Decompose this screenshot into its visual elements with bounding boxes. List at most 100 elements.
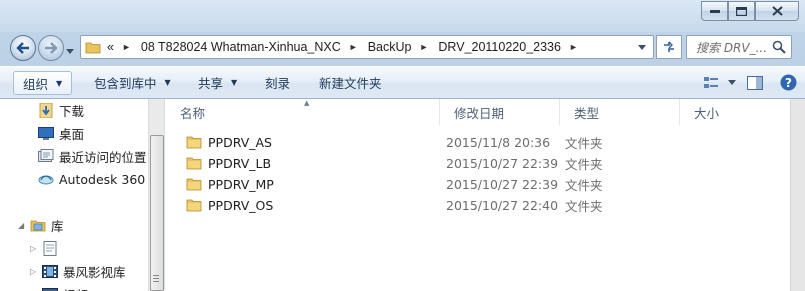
chevron-right-icon[interactable]: ► xyxy=(569,42,578,52)
file-date: 2015/10/27 22:40 xyxy=(446,197,559,213)
recent-pages-dropdown[interactable] xyxy=(66,43,74,57)
file-date: 2015/10/27 22:39 xyxy=(446,176,559,192)
downloads-icon xyxy=(38,102,54,118)
search-icon[interactable] xyxy=(772,40,786,54)
folder-icon xyxy=(186,157,202,170)
desktop-icon xyxy=(38,125,54,141)
refresh-icon xyxy=(664,41,674,52)
nav-item-library-document[interactable]: ▷ xyxy=(30,237,63,259)
burn-button[interactable]: 刻录 xyxy=(256,67,299,98)
file-name: PPDRV_AS xyxy=(208,134,272,150)
chevron-down-icon xyxy=(638,44,646,50)
folder-icon xyxy=(85,42,101,54)
close-icon xyxy=(771,6,783,16)
table-row[interactable]: PPDRV_MP 2015/10/27 22:39 文件夹 xyxy=(166,173,805,195)
explorer-window: « ► 08 T828024 Whatman-Xinhua_NXC ► BackUp… xyxy=(0,0,805,291)
preview-pane-button[interactable] xyxy=(739,71,771,95)
refresh-button[interactable] xyxy=(656,35,682,59)
file-date: 2015/10/27 22:39 xyxy=(446,155,559,171)
folder-icon xyxy=(186,199,202,212)
details-view-icon xyxy=(704,76,718,88)
column-header-type[interactable]: 类型 xyxy=(560,99,680,125)
file-list: 名称 ▲ 修改日期 类型 大小 PPDRV_AS 2015/11/8 20:36… xyxy=(166,99,805,291)
nav-item-desktop[interactable]: 桌面 xyxy=(38,122,84,144)
column-header-date[interactable]: 修改日期 xyxy=(440,99,560,125)
new-folder-button[interactable]: 新建文件夹 xyxy=(310,67,391,98)
help-button[interactable]: ? xyxy=(771,71,805,95)
view-controls: ? xyxy=(697,67,805,98)
nav-pane-scrollbar[interactable] xyxy=(148,99,164,291)
minimize-button[interactable] xyxy=(701,1,728,21)
nav-item-autodesk-360[interactable]: Autodesk 360 xyxy=(38,168,145,190)
window-controls xyxy=(701,1,799,21)
nav-item-libraries[interactable]: ◢ 库 xyxy=(18,214,64,236)
forward-button[interactable] xyxy=(38,35,64,61)
nav-item-downloads[interactable]: 下载 xyxy=(38,99,84,121)
arrow-left-icon xyxy=(16,42,29,54)
nav-item-recent-places[interactable]: 最近访问的位置 xyxy=(38,145,147,167)
organize-button[interactable]: 组织 ▼ xyxy=(13,71,73,95)
file-type: 文件夹 xyxy=(565,156,603,172)
chevron-down-icon xyxy=(66,49,74,54)
chevron-right-icon[interactable]: ► xyxy=(349,42,358,52)
table-row[interactable]: PPDRV_OS 2015/10/27 22:40 文件夹 xyxy=(166,194,805,216)
minimize-icon xyxy=(709,10,720,13)
video-library-icon xyxy=(42,263,58,279)
nav-item-video-library[interactable]: ▷ 暴风影视库 xyxy=(30,260,126,282)
back-button[interactable] xyxy=(10,35,36,61)
close-button[interactable] xyxy=(755,1,799,21)
libraries-icon xyxy=(30,217,46,233)
file-list-scrollbar[interactable] xyxy=(790,99,805,291)
file-name: PPDRV_OS xyxy=(208,197,274,213)
content-area: 下载 桌面 最近访问的位置 Autodesk 360 ◢ 库 ▷ ▷ 暴风影视库… xyxy=(0,99,805,291)
scrollbar-thumb[interactable] xyxy=(150,135,164,291)
sort-ascending-icon: ▲ xyxy=(304,99,310,107)
arrow-right-icon xyxy=(45,42,58,54)
command-bar: 组织 ▼ 包含到库中 ▼ 共享 ▼ 刻录 新建文件夹 ? xyxy=(0,66,805,99)
collapse-arrow-icon[interactable]: ◢ xyxy=(18,221,28,230)
breadcrumb-item[interactable]: BackUp xyxy=(368,40,412,54)
scrollbar-grip-icon xyxy=(153,275,159,282)
breadcrumb-overflow[interactable]: « xyxy=(107,40,114,54)
search-input[interactable]: 搜索 DRV_... xyxy=(686,35,792,59)
folder-icon xyxy=(186,136,202,149)
navigation-row: « ► 08 T828024 Whatman-Xinhua_NXC ► BackUp… xyxy=(0,32,805,62)
chevron-right-icon[interactable]: ► xyxy=(122,42,131,52)
address-bar[interactable]: « ► 08 T828024 Whatman-Xinhua_NXC ► BackUp… xyxy=(80,35,654,59)
share-button[interactable]: 共享 ▼ xyxy=(189,67,246,98)
view-options-button[interactable] xyxy=(697,71,725,95)
chevron-right-icon[interactable]: ► xyxy=(419,42,428,52)
file-name: PPDRV_MP xyxy=(208,176,274,192)
address-history-dropdown[interactable] xyxy=(630,35,654,59)
autodesk-cloud-icon xyxy=(38,171,54,187)
folder-icon xyxy=(186,178,202,191)
search-placeholder: 搜索 DRV_... xyxy=(696,40,768,55)
help-icon: ? xyxy=(780,74,796,91)
column-header-size[interactable]: 大小 xyxy=(680,99,790,125)
table-row[interactable]: PPDRV_LB 2015/10/27 22:39 文件夹 xyxy=(166,152,805,174)
file-type: 文件夹 xyxy=(565,177,603,193)
include-in-library-button[interactable]: 包含到库中 ▼ xyxy=(85,67,180,98)
maximize-icon xyxy=(736,6,747,16)
maximize-button[interactable] xyxy=(728,1,755,21)
video-icon xyxy=(42,286,58,291)
expand-arrow-icon[interactable]: ▷ xyxy=(30,244,40,253)
chevron-down-icon xyxy=(728,80,736,85)
table-row[interactable]: PPDRV_AS 2015/11/8 20:36 文件夹 xyxy=(166,131,805,153)
title-bar xyxy=(0,0,805,32)
file-type: 文件夹 xyxy=(565,135,603,151)
breadcrumb-item[interactable]: DRV_20110220_2336 xyxy=(438,40,561,54)
recent-places-icon xyxy=(38,148,54,164)
expand-arrow-icon[interactable]: ▷ xyxy=(30,267,40,276)
view-dropdown[interactable] xyxy=(725,80,739,85)
column-headers: 名称 ▲ 修改日期 类型 大小 xyxy=(166,99,805,125)
column-header-name[interactable]: 名称 xyxy=(166,99,440,125)
file-type: 文件夹 xyxy=(565,198,603,214)
file-name: PPDRV_LB xyxy=(208,155,272,171)
svg-text:?: ? xyxy=(785,76,792,90)
chevron-down-icon: ▼ xyxy=(231,78,238,87)
chevron-down-icon: ▼ xyxy=(56,78,63,88)
file-date: 2015/11/8 20:36 xyxy=(446,134,551,150)
nav-item-video[interactable]: ▷ 视频 xyxy=(30,283,88,291)
breadcrumb-item[interactable]: 08 T828024 Whatman-Xinhua_NXC xyxy=(141,40,341,54)
